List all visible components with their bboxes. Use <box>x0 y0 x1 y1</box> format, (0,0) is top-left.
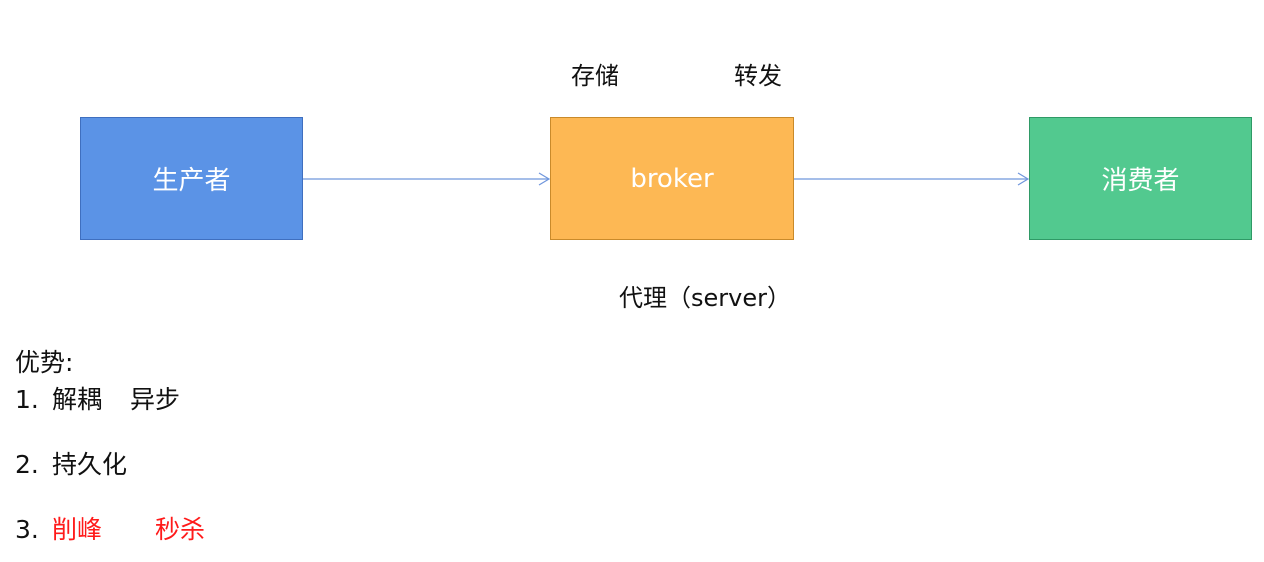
advantage-item-3: 3. 削峰 秒杀 <box>15 517 205 542</box>
proxy-server-label: 代理（server） <box>619 284 791 312</box>
forward-label: 转发 <box>734 62 782 90</box>
advantage-item-2: 2. 持久化 <box>15 452 127 477</box>
advantages-title: 优势: <box>15 348 74 377</box>
advantage-number: 3. <box>15 515 39 544</box>
consumer-label: 消费者 <box>1101 166 1180 196</box>
advantage-number: 2. <box>15 450 39 479</box>
advantage-text-decoupling: 解耦 <box>52 385 103 414</box>
advantage-item-1: 1. 解耦 异步 <box>15 387 180 412</box>
connector-arrows <box>303 172 1030 186</box>
advantage-text-flash-sale: 秒杀 <box>155 515 206 544</box>
advantage-text-async: 异步 <box>130 385 181 414</box>
broker-box: broker <box>550 117 794 240</box>
advantage-text-persistence: 持久化 <box>52 450 128 479</box>
producer-label: 生产者 <box>152 166 231 196</box>
store-label: 存储 <box>571 62 619 90</box>
arrow-producer-to-broker <box>303 172 551 186</box>
advantage-text-peak-shaving: 削峰 <box>52 515 103 544</box>
broker-label: broker <box>630 163 714 194</box>
consumer-box: 消费者 <box>1029 117 1252 240</box>
advantage-number: 1. <box>15 385 39 414</box>
producer-box: 生产者 <box>80 117 303 240</box>
arrow-broker-to-consumer <box>794 172 1030 186</box>
